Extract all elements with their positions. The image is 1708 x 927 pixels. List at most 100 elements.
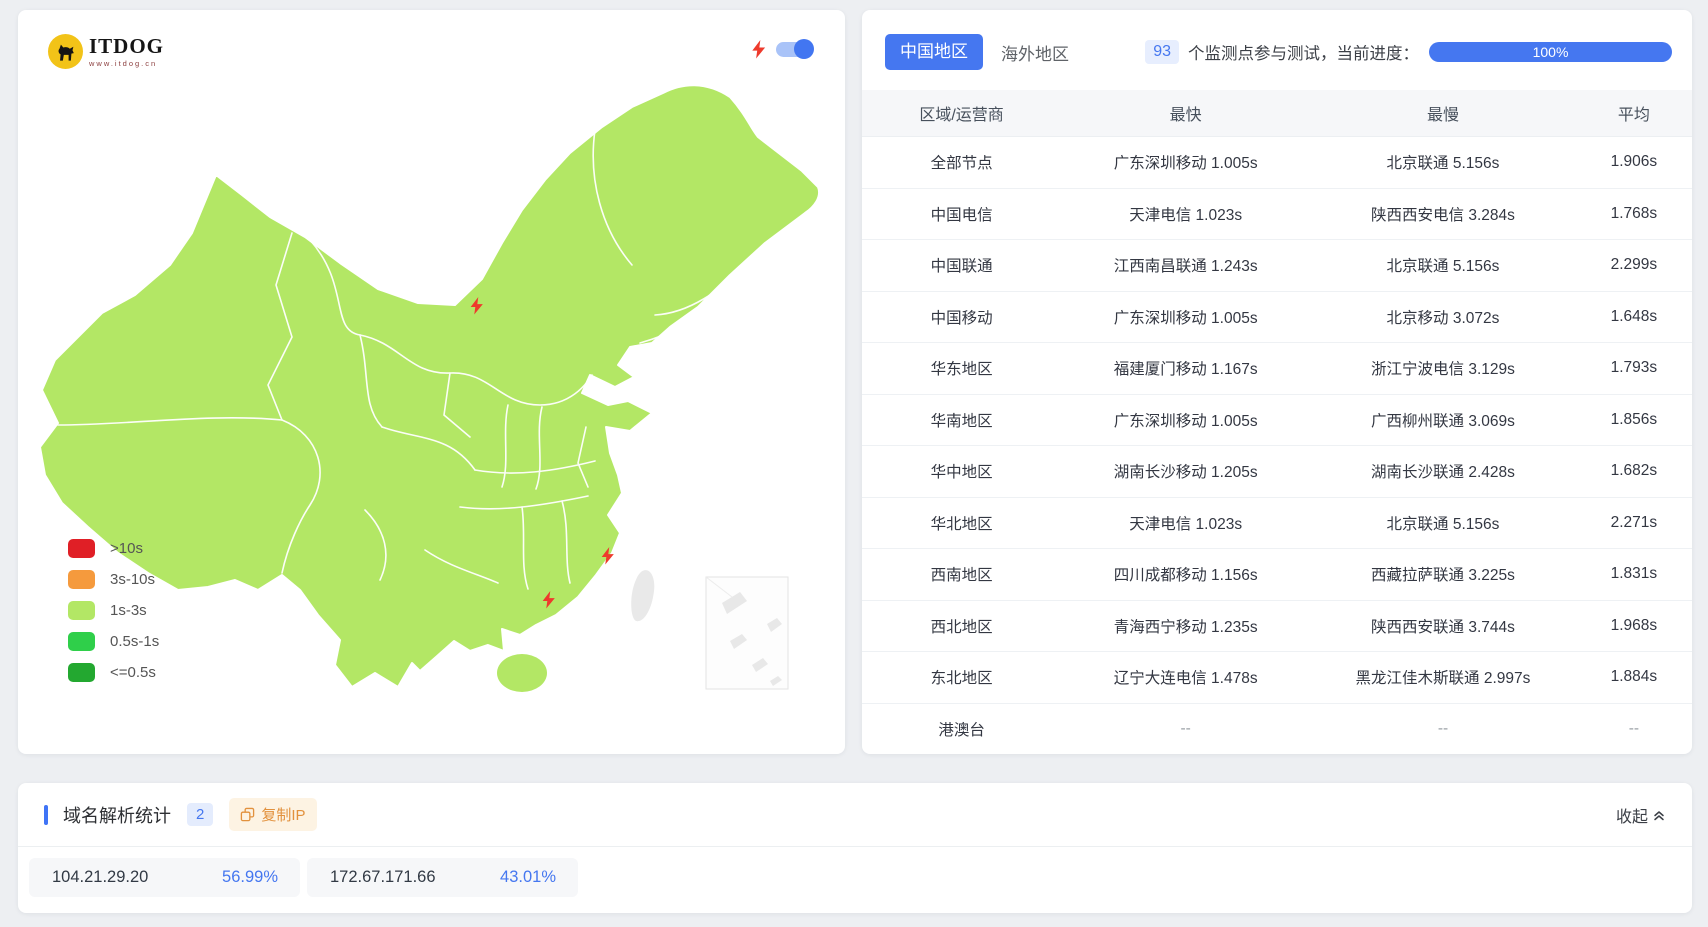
legend-item: <=0.5s	[68, 657, 159, 688]
cell-region: 华东地区	[930, 361, 993, 379]
cell-fastest: 广东深圳移动 1.005s	[1113, 155, 1258, 173]
cell-slowest: 北京联通 5.156s	[1386, 155, 1500, 173]
table-row: 全部节点 广东深圳移动 1.005s 北京联通 5.156s 1.906s	[862, 137, 1692, 189]
cell-average: 1.831s	[1610, 565, 1658, 583]
toggle-knob	[794, 39, 814, 59]
cell-slowest: 陕西西安电信 3.284s	[1371, 206, 1515, 224]
taiwan-island	[631, 570, 655, 622]
cell-slowest: 北京联通 5.156s	[1386, 515, 1500, 533]
map-mode-toggle[interactable]	[776, 39, 814, 59]
table-row: 华中地区 湖南长沙移动 1.205s 湖南长沙联通 2.428s 1.682s	[862, 446, 1692, 498]
legend-item: 0.5s-1s	[68, 626, 159, 657]
legend-swatch	[68, 539, 95, 558]
tab-china-region[interactable]: 中国地区	[885, 34, 983, 70]
table-row: 华北地区 天津电信 1.023s 北京联通 5.156s 2.271s	[862, 498, 1692, 549]
cell-slowest: 陕西西安联通 3.744s	[1371, 618, 1515, 636]
tab-overseas-region[interactable]: 海外地区	[1001, 40, 1069, 65]
cell-slowest: 黑龙江佳木斯联通 2.997s	[1355, 670, 1531, 688]
cell-average: 1.856s	[1610, 410, 1658, 428]
table-row: 东北地区 辽宁大连电信 1.478s 黑龙江佳木斯联通 2.997s 1.884…	[862, 652, 1692, 704]
copy-ip-button[interactable]: 复制IP	[229, 798, 317, 831]
cell-average: 1.793s	[1610, 359, 1658, 377]
map-controls	[752, 39, 814, 59]
col-header-fastest: 最快	[1169, 107, 1202, 124]
cell-slowest: 北京联通 5.156s	[1386, 258, 1500, 276]
cell-region: 港澳台	[938, 721, 985, 739]
cell-fastest: 广东深圳移动 1.005s	[1113, 309, 1258, 327]
dns-panel: 域名解析统计 2 复制IP 收起 104.21.29.20 56.99% 172…	[18, 783, 1692, 913]
results-panel: 中国地区 海外地区 93 个监测点参与测试，当前进度： 100% 区域/运营商 …	[862, 10, 1692, 754]
ip-address: 172.67.171.66	[330, 868, 436, 886]
monitor-count-badge: 93	[1145, 40, 1179, 64]
cell-average: 2.299s	[1610, 256, 1658, 274]
copy-ip-label: 复制IP	[261, 807, 306, 824]
progress-value: 100%	[1532, 44, 1569, 60]
dns-count-badge: 2	[187, 803, 214, 826]
south-china-sea-inset	[705, 576, 789, 690]
cell-slowest: 浙江宁波电信 3.129s	[1371, 361, 1515, 379]
cell-region: 西南地区	[930, 567, 993, 585]
table-row: 华东地区 福建厦门移动 1.167s 浙江宁波电信 3.129s 1.793s	[862, 343, 1692, 395]
cell-slowest: 湖南长沙联通 2.428s	[1371, 464, 1515, 482]
progress-bar: 100%	[1429, 42, 1672, 62]
legend-label: <=0.5s	[110, 664, 156, 681]
cell-average: 2.271s	[1610, 513, 1658, 531]
lightning-icon	[752, 40, 766, 59]
dns-header: 域名解析统计 2 复制IP 收起	[18, 783, 1692, 846]
cell-region: 中国移动	[930, 309, 993, 327]
page: ITDOG www.itdog.cn >10s 3s-10s 1s-3s 0.5…	[0, 0, 1708, 927]
legend-item: 3s-10s	[68, 564, 159, 595]
collapse-button[interactable]: 收起	[1616, 803, 1666, 827]
cell-fastest: 广东深圳移动 1.005s	[1113, 412, 1258, 430]
cell-average: 1.768s	[1610, 204, 1658, 222]
itdog-logo: ITDOG www.itdog.cn	[48, 34, 164, 69]
cell-region: 中国电信	[930, 206, 993, 224]
map-panel: ITDOG www.itdog.cn >10s 3s-10s 1s-3s 0.5…	[18, 10, 845, 754]
cell-region: 中国联通	[930, 258, 993, 276]
legend-swatch	[68, 663, 95, 682]
ip-address: 104.21.29.20	[52, 868, 149, 886]
dns-title: 域名解析统计	[63, 805, 171, 826]
col-header-slowest: 最慢	[1426, 107, 1459, 124]
col-header-average: 平均	[1617, 107, 1650, 124]
logo-title: ITDOG	[89, 33, 165, 58]
latency-legend: >10s 3s-10s 1s-3s 0.5s-1s <=0.5s	[68, 533, 159, 688]
results-table: 区域/运营商 最快 最慢 平均 全部节点 广东深圳移动 1.005s 北京联通 …	[862, 90, 1692, 754]
copy-icon	[241, 807, 255, 822]
cell-fastest: 天津电信 1.023s	[1129, 515, 1243, 533]
cell-region: 华中地区	[930, 464, 993, 482]
cell-slowest: 广西柳州联通 3.069s	[1371, 412, 1515, 430]
ip-percent: 56.99%	[222, 868, 278, 886]
cell-region: 华南地区	[930, 412, 993, 430]
cell-fastest: 四川成都移动 1.156s	[1113, 567, 1258, 585]
cell-average: 1.906s	[1610, 153, 1658, 171]
legend-label: 0.5s-1s	[110, 633, 160, 650]
cell-region: 西北地区	[930, 618, 993, 636]
legend-label: 3s-10s	[110, 571, 156, 588]
cell-average: 1.968s	[1610, 616, 1658, 634]
cell-fastest: 湖南长沙移动 1.205s	[1113, 464, 1258, 482]
ip-chip[interactable]: 172.67.171.66 43.01%	[307, 858, 578, 897]
ip-chip[interactable]: 104.21.29.20 56.99%	[29, 858, 300, 897]
cell-slowest: --	[1437, 719, 1449, 737]
cell-average: 1.884s	[1610, 668, 1658, 686]
resolved-ip-list: 104.21.29.20 56.99% 172.67.171.66 43.01%	[18, 858, 1692, 897]
table-row: 港澳台 -- -- --	[862, 704, 1692, 755]
legend-label: >10s	[110, 540, 143, 557]
accent-bar	[44, 804, 48, 825]
chevron-double-up-icon	[1654, 810, 1664, 820]
cell-fastest: 天津电信 1.023s	[1129, 206, 1243, 224]
cell-region: 华北地区	[930, 515, 993, 533]
legend-swatch	[68, 632, 95, 651]
cell-fastest: --	[1180, 719, 1191, 737]
results-header: 中国地区 海外地区 93 个监测点参与测试，当前进度： 100%	[885, 32, 1672, 72]
cell-average: 1.648s	[1610, 307, 1658, 325]
dog-logo-icon	[48, 34, 83, 69]
cell-region: 全部节点	[930, 155, 993, 173]
legend-label: 1s-3s	[110, 602, 147, 619]
table-row: 华南地区 广东深圳移动 1.005s 广西柳州联通 3.069s 1.856s	[862, 395, 1692, 446]
table-row: 中国联通 江西南昌联通 1.243s 北京联通 5.156s 2.299s	[862, 240, 1692, 292]
legend-item: >10s	[68, 533, 159, 564]
cell-slowest: 西藏拉萨联通 3.225s	[1371, 567, 1515, 585]
table-row: 中国电信 天津电信 1.023s 陕西西安电信 3.284s 1.768s	[862, 189, 1692, 240]
